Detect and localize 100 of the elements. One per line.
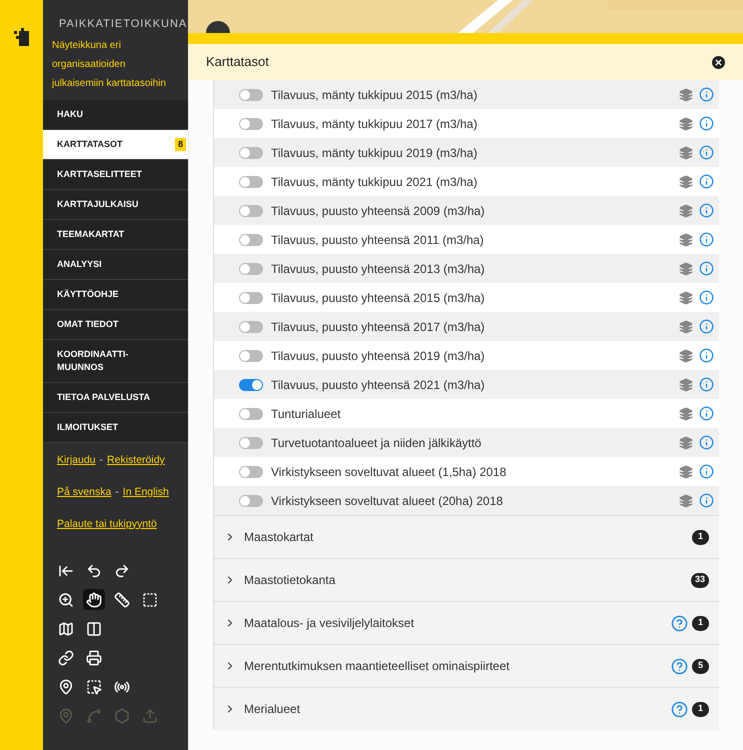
info-icon[interactable] — [699, 464, 714, 479]
info-icon[interactable] — [699, 174, 714, 189]
layer-name: Tilavuus, puusto yhteensä 2017 (m3/ha) — [271, 318, 486, 336]
menu-item[interactable]: KÄYTTÖOHJE — [43, 280, 188, 310]
menu-item[interactable]: KARTTATASOT 8 — [43, 130, 188, 160]
count-badge: 8 — [174, 138, 186, 151]
layer-name: Tilavuus, mänty tukkipuu 2017 (m3/ha) — [271, 116, 478, 132]
toggle-switch[interactable] — [239, 204, 263, 216]
toggle-switch[interactable] — [239, 146, 263, 158]
info-icon[interactable] — [699, 435, 714, 450]
group-name: Merialueet — [244, 701, 302, 718]
layers-icon[interactable] — [679, 146, 693, 160]
layer-name: Virkistykseen soveltuvat alueet (20ha) 2018 — [271, 492, 504, 510]
layer-name: Tilavuus, puusto yhteensä 2015 (m3/ha) — [271, 290, 486, 306]
info-icon[interactable] — [699, 290, 714, 305]
menu-item[interactable]: TEEMAKARTAT — [43, 220, 188, 250]
group-name: Maastokartat — [244, 529, 314, 546]
info-icon[interactable] — [699, 319, 714, 334]
toggle-switch[interactable] — [239, 320, 263, 332]
toggle-switch[interactable] — [239, 88, 263, 100]
toggle-switch[interactable] — [239, 350, 263, 362]
pan-tool-button[interactable] — [83, 589, 105, 610]
layers-icon[interactable] — [679, 348, 693, 362]
layer-name: Tilavuus, puusto yhteensä 2013 (m3/ha) — [271, 260, 486, 278]
menu-item[interactable]: KOORDINAATTI-MUUNNOS — [43, 340, 188, 383]
text-link[interactable]: På svenska — [57, 484, 112, 500]
toggle-switch[interactable] — [239, 436, 263, 448]
toggle-switch[interactable] — [239, 234, 263, 246]
toggle-switch[interactable] — [239, 292, 263, 304]
layers-icon[interactable] — [679, 378, 693, 392]
layer-group-row[interactable]: Merentutkimuksen maantieteelliset ominaispiirteet 5 — [214, 644, 719, 687]
info-icon[interactable] — [699, 493, 714, 508]
layer-group-row[interactable]: Maastotietokanta 33 — [214, 558, 719, 601]
help-icon[interactable] — [671, 700, 688, 718]
text-link[interactable]: Rekisteröidy — [107, 453, 165, 469]
text-link[interactable]: Palaute tai tukipyyntö — [57, 516, 157, 532]
layers-icon[interactable] — [679, 204, 693, 218]
menu-item[interactable]: ILMOITUKSET — [43, 413, 188, 443]
layers-icon[interactable] — [679, 262, 693, 276]
layers-icon[interactable] — [679, 116, 693, 130]
close-icon — [714, 58, 723, 66]
text-link[interactable]: Kirjaudu — [57, 453, 96, 469]
app-title: PAIKKATIETOIKKUNA — [58, 17, 188, 32]
info-icon[interactable] — [699, 116, 714, 131]
layers-icon[interactable] — [679, 232, 693, 246]
layer-name: Turvetuotantoalueet ja niiden jälkikäyttö — [271, 434, 482, 452]
text-link[interactable]: In English — [122, 484, 169, 500]
layer-name: Tilavuus, puusto yhteensä 2011 (m3/ha) — [271, 232, 485, 248]
layers-icon[interactable] — [679, 174, 693, 188]
pin-icon — [58, 678, 74, 695]
info-icon[interactable] — [699, 145, 714, 160]
layers-icon[interactable] — [679, 436, 693, 450]
toggle-switch[interactable] — [239, 378, 263, 390]
layer-name: Tilavuus, puusto yhteensä 2009 (m3/ha) — [271, 202, 486, 220]
measure-area-icon — [142, 592, 158, 608]
group-name: Maatalous- ja vesiviljelylaitokset — [244, 615, 416, 632]
app-description: Näyteikkuna eri organisaatioiden julkaisemiin karttatasoihin — [50, 39, 167, 91]
layer-name: Tilavuus, mänty tukkipuu 2021 (m3/ha) — [271, 174, 478, 190]
layers-icon[interactable] — [679, 88, 693, 102]
redo-icon — [114, 562, 130, 579]
zoom-icon — [58, 592, 74, 608]
menu-item[interactable]: HAKU — [43, 100, 188, 130]
info-icon[interactable] — [699, 203, 714, 218]
toggle-switch[interactable] — [239, 494, 263, 506]
undo-icon — [86, 562, 102, 579]
info-icon[interactable] — [699, 377, 714, 392]
menu-item[interactable]: OMAT TIEDOT — [43, 310, 188, 340]
close-button[interactable] — [712, 56, 725, 68]
layer-group-row[interactable]: Merialueet 1 — [214, 687, 719, 730]
layers-icon[interactable] — [679, 320, 693, 334]
menu-item[interactable]: KARTTASELITTEET — [43, 160, 188, 190]
layer-name: Virkistykseen soveltuvat alueet (1,5ha) 2018 — [271, 464, 508, 480]
reset-icon — [58, 562, 74, 579]
layers-icon[interactable] — [679, 290, 693, 304]
print-icon — [86, 650, 102, 666]
group-name: Maastotietokanta — [244, 572, 336, 589]
info-icon[interactable] — [699, 348, 714, 363]
layers-icon[interactable] — [679, 406, 693, 420]
info-icon[interactable] — [699, 232, 714, 247]
toggle-switch[interactable] — [239, 408, 263, 420]
info-icon[interactable] — [699, 87, 714, 102]
menu-item[interactable]: KARTTAJULKAISU — [43, 190, 188, 220]
layer-name: Tunturialueet — [271, 406, 342, 422]
layer-group-row[interactable]: Maastokartat 1 — [214, 515, 719, 558]
select-icon — [86, 678, 102, 695]
info-icon[interactable] — [699, 261, 714, 276]
info-icon[interactable] — [699, 406, 714, 421]
layers-icon[interactable] — [679, 464, 693, 478]
toggle-switch[interactable] — [239, 466, 263, 478]
panel-title: Karttatasot — [206, 53, 269, 72]
toggle-switch[interactable] — [239, 262, 263, 274]
layer-group-row[interactable]: Maatalous- ja vesiviljelylaitokset 1 — [214, 601, 719, 644]
toggle-switch[interactable] — [239, 118, 263, 130]
layers-icon[interactable] — [679, 494, 693, 508]
signal-icon — [114, 678, 130, 695]
menu-item[interactable]: TIETOA PALVELUSTA — [43, 383, 188, 413]
help-icon[interactable] — [671, 614, 688, 632]
menu-item[interactable]: ANALYYSI — [43, 250, 188, 280]
toggle-switch[interactable] — [239, 176, 263, 188]
help-icon[interactable] — [671, 658, 688, 674]
